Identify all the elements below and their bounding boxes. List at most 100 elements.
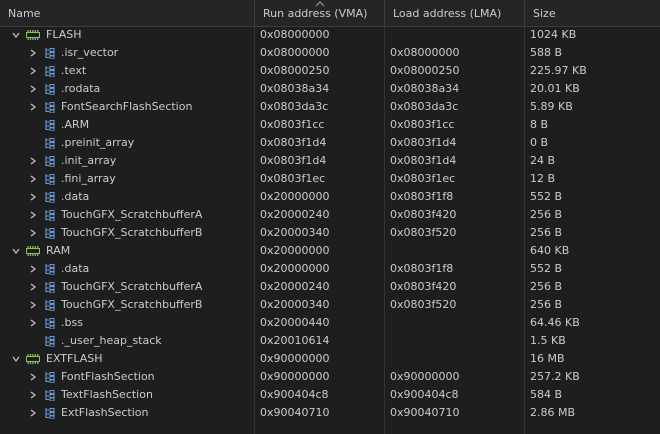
section-name: TouchGFX_ScratchbufferB xyxy=(61,298,203,311)
section-lma: 0x0803f1cc xyxy=(390,118,455,131)
section-row[interactable]: ExtFlashSection 0x90040710 0x90040710 2.86 … xyxy=(0,404,660,422)
chevron-right-icon[interactable] xyxy=(29,319,37,327)
section-vma: 0x0803f1d4 xyxy=(260,136,327,149)
column-header-name[interactable]: Name xyxy=(0,0,255,26)
section-size: 552 B xyxy=(530,190,563,203)
section-lma: 0x90000000 xyxy=(390,370,460,383)
section-icon xyxy=(45,210,55,221)
chevron-right-icon[interactable] xyxy=(29,211,37,219)
section-row[interactable]: .fini_array 0x0803f1ec 0x0803f1ec 12 B xyxy=(0,170,660,188)
section-name: ._user_heap_stack xyxy=(61,334,162,347)
section-icon xyxy=(45,282,55,293)
region-size: 1024 KB xyxy=(530,28,577,41)
chevron-right-icon[interactable] xyxy=(29,409,37,417)
chevron-down-icon[interactable] xyxy=(12,247,20,255)
section-name: .bss xyxy=(61,316,83,329)
section-name: .data xyxy=(61,262,90,275)
section-vma: 0x08000000 xyxy=(260,46,330,59)
section-size: 256 B xyxy=(530,208,563,221)
table-body: FLASH 0x08000000 1024 KB .isr_vector 0x08000… xyxy=(0,26,660,422)
chevron-right-icon[interactable] xyxy=(29,301,37,309)
section-vma: 0x90000000 xyxy=(260,370,330,383)
section-size: 257.2 KB xyxy=(530,370,580,383)
section-row[interactable]: TouchGFX_ScratchbufferA 0x20000240 0x0803f… xyxy=(0,278,660,296)
section-row[interactable]: TouchGFX_ScratchbufferA 0x20000240 0x0803f… xyxy=(0,206,660,224)
section-vma: 0x90040710 xyxy=(260,406,330,419)
column-header-vma-label: Run address (VMA) xyxy=(263,7,368,20)
section-vma: 0x20000240 xyxy=(260,208,330,221)
section-icon xyxy=(45,138,55,149)
section-row[interactable]: ._user_heap_stack 0x20010614 1.5 KB xyxy=(0,332,660,350)
section-row[interactable]: .data 0x20000000 0x0803f1f8 552 B xyxy=(0,188,660,206)
chevron-right-icon[interactable] xyxy=(29,103,37,111)
chevron-right-icon[interactable] xyxy=(29,85,37,93)
section-row[interactable]: TextFlashSection 0x900404c8 0x900404c8 584 … xyxy=(0,386,660,404)
section-row[interactable]: .preinit_array 0x0803f1d4 0x0803f1d4 0 B xyxy=(0,134,660,152)
section-row[interactable]: .text 0x08000250 0x08000250 225.97 KB xyxy=(0,62,660,80)
section-icon xyxy=(45,390,55,401)
chevron-right-icon[interactable] xyxy=(29,373,37,381)
section-lma: 0x08000250 xyxy=(390,64,460,77)
memory-regions-table: Name Run address (VMA) Load address (LMA… xyxy=(0,0,660,434)
chevron-right-icon[interactable] xyxy=(29,175,37,183)
chevron-right-icon[interactable] xyxy=(29,157,37,165)
memory-region-row[interactable]: EXTFLASH 0x90000000 16 MB xyxy=(0,350,660,368)
section-row[interactable]: TouchGFX_ScratchbufferB 0x20000340 0x0803f… xyxy=(0,224,660,242)
region-size: 640 KB xyxy=(530,244,570,257)
section-icon xyxy=(45,48,55,59)
region-name: FLASH xyxy=(46,28,82,41)
section-name: .ARM xyxy=(61,118,90,131)
chevron-right-icon[interactable] xyxy=(29,67,37,75)
section-vma: 0x0803f1d4 xyxy=(260,154,327,167)
chevron-right-icon[interactable] xyxy=(29,49,37,57)
chevron-down-icon[interactable] xyxy=(12,31,20,39)
section-name: .isr_vector xyxy=(61,46,119,59)
chevron-right-icon[interactable] xyxy=(29,193,37,201)
section-icon xyxy=(45,174,55,185)
section-vma: 0x0803f1cc xyxy=(260,118,325,131)
section-lma: 0x900404c8 xyxy=(390,388,459,401)
section-row[interactable]: .data 0x20000000 0x0803f1f8 552 B xyxy=(0,260,660,278)
chevron-right-icon[interactable] xyxy=(29,229,37,237)
section-row[interactable]: FontSearchFlashSection 0x0803da3c 0x0803da… xyxy=(0,98,660,116)
region-vma: 0x20000000 xyxy=(260,244,330,257)
section-lma: 0x0803f1f8 xyxy=(390,262,454,275)
section-row[interactable]: TouchGFX_ScratchbufferB 0x20000340 0x0803f… xyxy=(0,296,660,314)
section-name: .preinit_array xyxy=(61,136,135,149)
section-size: 20.01 KB xyxy=(530,82,580,95)
section-size: 12 B xyxy=(530,172,556,185)
column-header-size[interactable]: Size xyxy=(525,0,660,26)
section-size: 2.86 MB xyxy=(530,406,576,419)
section-size: 0 B xyxy=(530,136,549,149)
section-name: .init_array xyxy=(61,154,117,167)
chevron-right-icon[interactable] xyxy=(29,265,37,273)
section-size: 8 B xyxy=(530,118,549,131)
memory-region-row[interactable]: FLASH 0x08000000 1024 KB xyxy=(0,26,660,44)
section-icon xyxy=(45,408,55,419)
section-vma: 0x08038a34 xyxy=(260,82,330,95)
memory-region-row[interactable]: RAM 0x20000000 640 KB xyxy=(0,242,660,260)
region-vma: 0x08000000 xyxy=(260,28,330,41)
section-name: .rodata xyxy=(61,82,101,95)
section-row[interactable]: .bss 0x20000440 64.46 KB xyxy=(0,314,660,332)
section-vma: 0x20000240 xyxy=(260,280,330,293)
section-icon xyxy=(45,228,55,239)
memory-region-icon xyxy=(26,246,40,256)
section-row[interactable]: .rodata 0x08038a34 0x08038a34 20.01 KB xyxy=(0,80,660,98)
section-icon xyxy=(45,264,55,275)
section-icon xyxy=(45,102,55,113)
section-row[interactable]: .ARM 0x0803f1cc 0x0803f1cc 8 B xyxy=(0,116,660,134)
section-row[interactable]: .init_array 0x0803f1d4 0x0803f1d4 24 B xyxy=(0,152,660,170)
chevron-right-icon[interactable] xyxy=(29,391,37,399)
section-name: ExtFlashSection xyxy=(61,406,149,419)
section-lma: 0x0803f1d4 xyxy=(390,136,457,149)
region-vma: 0x90000000 xyxy=(260,352,330,365)
chevron-right-icon[interactable] xyxy=(29,283,37,291)
section-lma: 0x0803f420 xyxy=(390,280,457,293)
section-row[interactable]: FontFlashSection 0x90000000 0x90000000 257.… xyxy=(0,368,660,386)
section-row[interactable]: .isr_vector 0x08000000 0x08000000 588 B xyxy=(0,44,660,62)
section-icon xyxy=(45,336,55,347)
section-size: 5.89 KB xyxy=(530,100,573,113)
column-header-lma[interactable]: Load address (LMA) xyxy=(385,0,525,26)
chevron-down-icon[interactable] xyxy=(12,355,20,363)
